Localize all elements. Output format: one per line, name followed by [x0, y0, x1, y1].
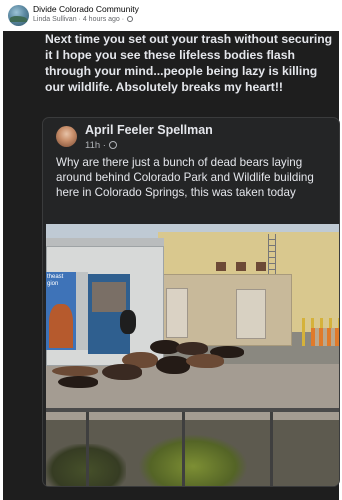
post-body: Next time you set out your trash without… [3, 31, 340, 500]
shared-post-text: Why are there just a bunch of dead bears… [56, 156, 314, 199]
photo-bears [52, 340, 244, 388]
group-post-header: Divide Colorado Community Linda Sullivan… [0, 0, 342, 31]
globe-icon [108, 141, 117, 149]
shared-timestamp[interactable]: 11h [85, 140, 100, 151]
post-meta: Linda Sullivan · 4 hours ago · [33, 16, 134, 23]
shared-post-meta: 11h · [85, 140, 117, 151]
group-avatar-icon[interactable] [8, 5, 29, 26]
post-photo[interactable]: theast gion [46, 224, 339, 486]
post-text: Next time you set out your trash without… [45, 32, 333, 94]
post-timestamp[interactable]: 4 hours ago [83, 16, 120, 23]
shared-author-name[interactable]: April Feeler Spellman [85, 123, 213, 137]
author-avatar-icon[interactable] [56, 126, 77, 147]
globe-icon [127, 16, 134, 22]
shared-post-card[interactable]: April Feeler Spellman 11h · Why are ther… [42, 117, 340, 487]
group-name-link[interactable]: Divide Colorado Community [33, 4, 139, 14]
post-author-link[interactable]: Linda Sullivan [33, 16, 77, 23]
